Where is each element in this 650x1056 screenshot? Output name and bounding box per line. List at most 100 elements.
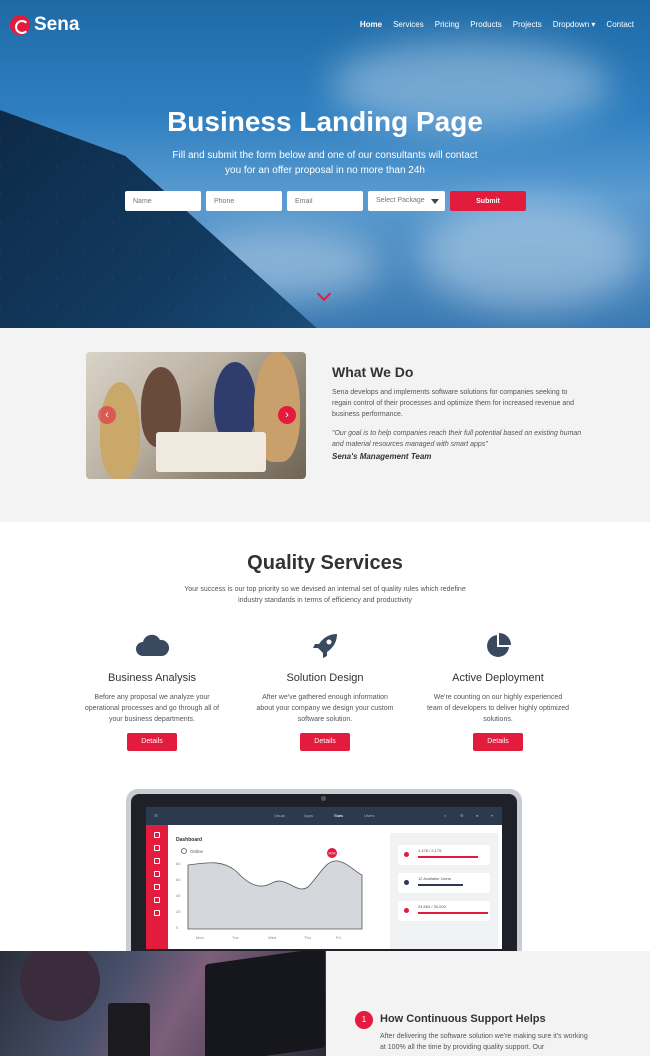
person-figure <box>20 951 100 1021</box>
sidebar-icon <box>154 897 160 903</box>
stat-progress-bar <box>418 884 463 886</box>
name-input[interactable] <box>125 191 201 211</box>
value-badge-label: 90% <box>329 852 336 856</box>
nav-item-pricing[interactable]: Pricing <box>435 20 459 29</box>
dashboard-tab: Users <box>364 813 375 818</box>
sidebar-icon <box>154 884 160 890</box>
logout-icon: ⇥ <box>490 813 494 818</box>
x-tick: Wed <box>268 935 276 940</box>
slider-prev-button[interactable]: ‹ <box>98 406 116 424</box>
chevron-down-icon <box>431 199 439 204</box>
service-title: Business Analysis <box>107 672 197 684</box>
support-text: After delivering the software solution w… <box>380 1033 588 1051</box>
sidebar-icon <box>154 910 160 916</box>
sidebar-icon <box>154 858 160 864</box>
y-tick: 20 <box>176 909 181 914</box>
submit-button[interactable]: Submit <box>450 191 526 211</box>
what-we-do-text: Sena develops and implements software so… <box>332 389 575 418</box>
services-title: Quality Services <box>247 552 403 574</box>
heart-icon <box>404 852 409 857</box>
nav-item-dropdown-label: Dropdown <box>552 20 590 29</box>
logo-icon <box>10 15 30 35</box>
email-input[interactable] <box>287 191 363 211</box>
offer-form: Select Package Submit <box>125 191 526 211</box>
camera-dot <box>321 796 326 801</box>
dashboard-screenshot: ☰ Visual Apps Stats Users ⌕ ⚙ ● ⇥ Dashbo… <box>146 807 502 949</box>
slider-next-button[interactable]: › <box>278 406 296 424</box>
service-card-solution-design: Solution Design After we've gathered eno… <box>245 632 405 751</box>
sidebar-icon <box>154 832 160 838</box>
x-axis-ticks: Mon Tue Wed Thu Fri <box>196 935 341 940</box>
what-we-do-quote: "Our goal is to help companies reach the… <box>332 430 582 448</box>
user-icon: ● <box>476 813 479 818</box>
dashboard-tab: Apps <box>304 813 314 818</box>
monitor-figure <box>205 951 325 1056</box>
x-tick: Tue <box>232 935 240 940</box>
step-number-badge: 1 <box>355 1011 373 1029</box>
service-title: Active Deployment <box>452 672 544 684</box>
sidebar-icon <box>154 871 160 877</box>
stat-card-label: 12 Available Users <box>418 876 452 881</box>
legend-label: Online <box>190 849 204 854</box>
table-surface <box>156 432 266 472</box>
stat-card: 24,563 / 30,000 <box>398 901 490 921</box>
gear-icon: ⚙ <box>460 813 464 818</box>
x-tick: Mon <box>196 935 204 940</box>
person-figure <box>214 362 256 442</box>
cloud-icon <box>72 632 232 660</box>
area-series <box>187 860 363 930</box>
services-subtitle: Your success is our top priority so we d… <box>184 586 466 604</box>
stat-card-label: 1,478 / 2,175 <box>418 848 442 853</box>
service-card-business-analysis: Business Analysis Before any proposal we… <box>72 632 232 751</box>
dashboard-tab: Visual <box>274 813 285 818</box>
pie-chart-icon <box>418 632 578 660</box>
y-tick: 0 <box>176 925 179 930</box>
sidebar-icon <box>154 845 160 851</box>
y-tick: 60 <box>176 877 181 882</box>
details-button[interactable]: Details <box>127 733 177 751</box>
brand-logo[interactable]: Sena <box>10 14 79 36</box>
package-select[interactable]: Select Package <box>368 191 445 211</box>
package-select-value: Select Package <box>376 197 425 204</box>
stat-progress-bar <box>418 912 488 914</box>
dashboard-title: Dashboard <box>176 837 203 843</box>
service-card-active-deployment: Active Deployment We're counting on our … <box>418 632 578 751</box>
stat-card: 1,478 / 2,175 <box>398 845 490 865</box>
menu-icon: ☰ <box>154 813 158 818</box>
y-tick: 40 <box>176 893 181 898</box>
dashboard-sidebar <box>146 825 168 949</box>
nav-item-services[interactable]: Services <box>393 20 424 29</box>
service-text: After we've gathered enough information … <box>256 694 394 723</box>
service-text: We're counting on our highly experienced… <box>426 694 570 723</box>
workspace-photo <box>0 951 326 1056</box>
navbar: Sena Home Services Pricing Products Proj… <box>0 0 650 52</box>
stat-progress-bar <box>418 856 478 858</box>
what-we-do-title: What We Do <box>332 364 414 380</box>
laptop-mockup: ☰ Visual Apps Stats Users ⌕ ⚙ ● ⇥ Dashbo… <box>126 789 522 959</box>
main-menu: Home Services Pricing Products Projects … <box>360 20 634 29</box>
dashboard-side-panel: 1,478 / 2,175 12 Available Users 24,563 … <box>390 833 498 949</box>
what-we-do-signature: Sena's Management Team <box>332 452 432 461</box>
dollar-icon <box>404 908 409 913</box>
details-button[interactable]: Details <box>473 733 523 751</box>
dashboard-tab: Stats <box>334 813 344 818</box>
y-tick: 80 <box>176 861 181 866</box>
details-button[interactable]: Details <box>300 733 350 751</box>
hero-subtitle: Fill and submit the form below and one o… <box>172 150 478 176</box>
nav-item-contact[interactable]: Contact <box>606 20 634 29</box>
phone-input[interactable] <box>206 191 282 211</box>
dashboard-area-chart: Online 90% 80 60 40 20 0 Mon Tue Wed Thu… <box>176 848 363 940</box>
x-tick: Thu <box>304 935 311 940</box>
service-text: Before any proposal we analyze your oper… <box>84 694 220 723</box>
brand-name: Sena <box>34 14 80 35</box>
hero-title: Business Landing Page <box>167 106 483 137</box>
legend-marker <box>181 848 187 854</box>
nav-item-projects[interactable]: Projects <box>513 20 542 29</box>
nav-item-dropdown[interactable]: Dropdown ▾ <box>553 20 596 29</box>
nav-item-products[interactable]: Products <box>470 20 502 29</box>
user-icon <box>404 880 409 885</box>
rocket-icon <box>245 632 405 660</box>
support-title: How Continuous Support Helps <box>380 1013 546 1025</box>
team-photo-slider: ‹ › <box>86 352 306 479</box>
nav-item-home[interactable]: Home <box>360 20 382 29</box>
